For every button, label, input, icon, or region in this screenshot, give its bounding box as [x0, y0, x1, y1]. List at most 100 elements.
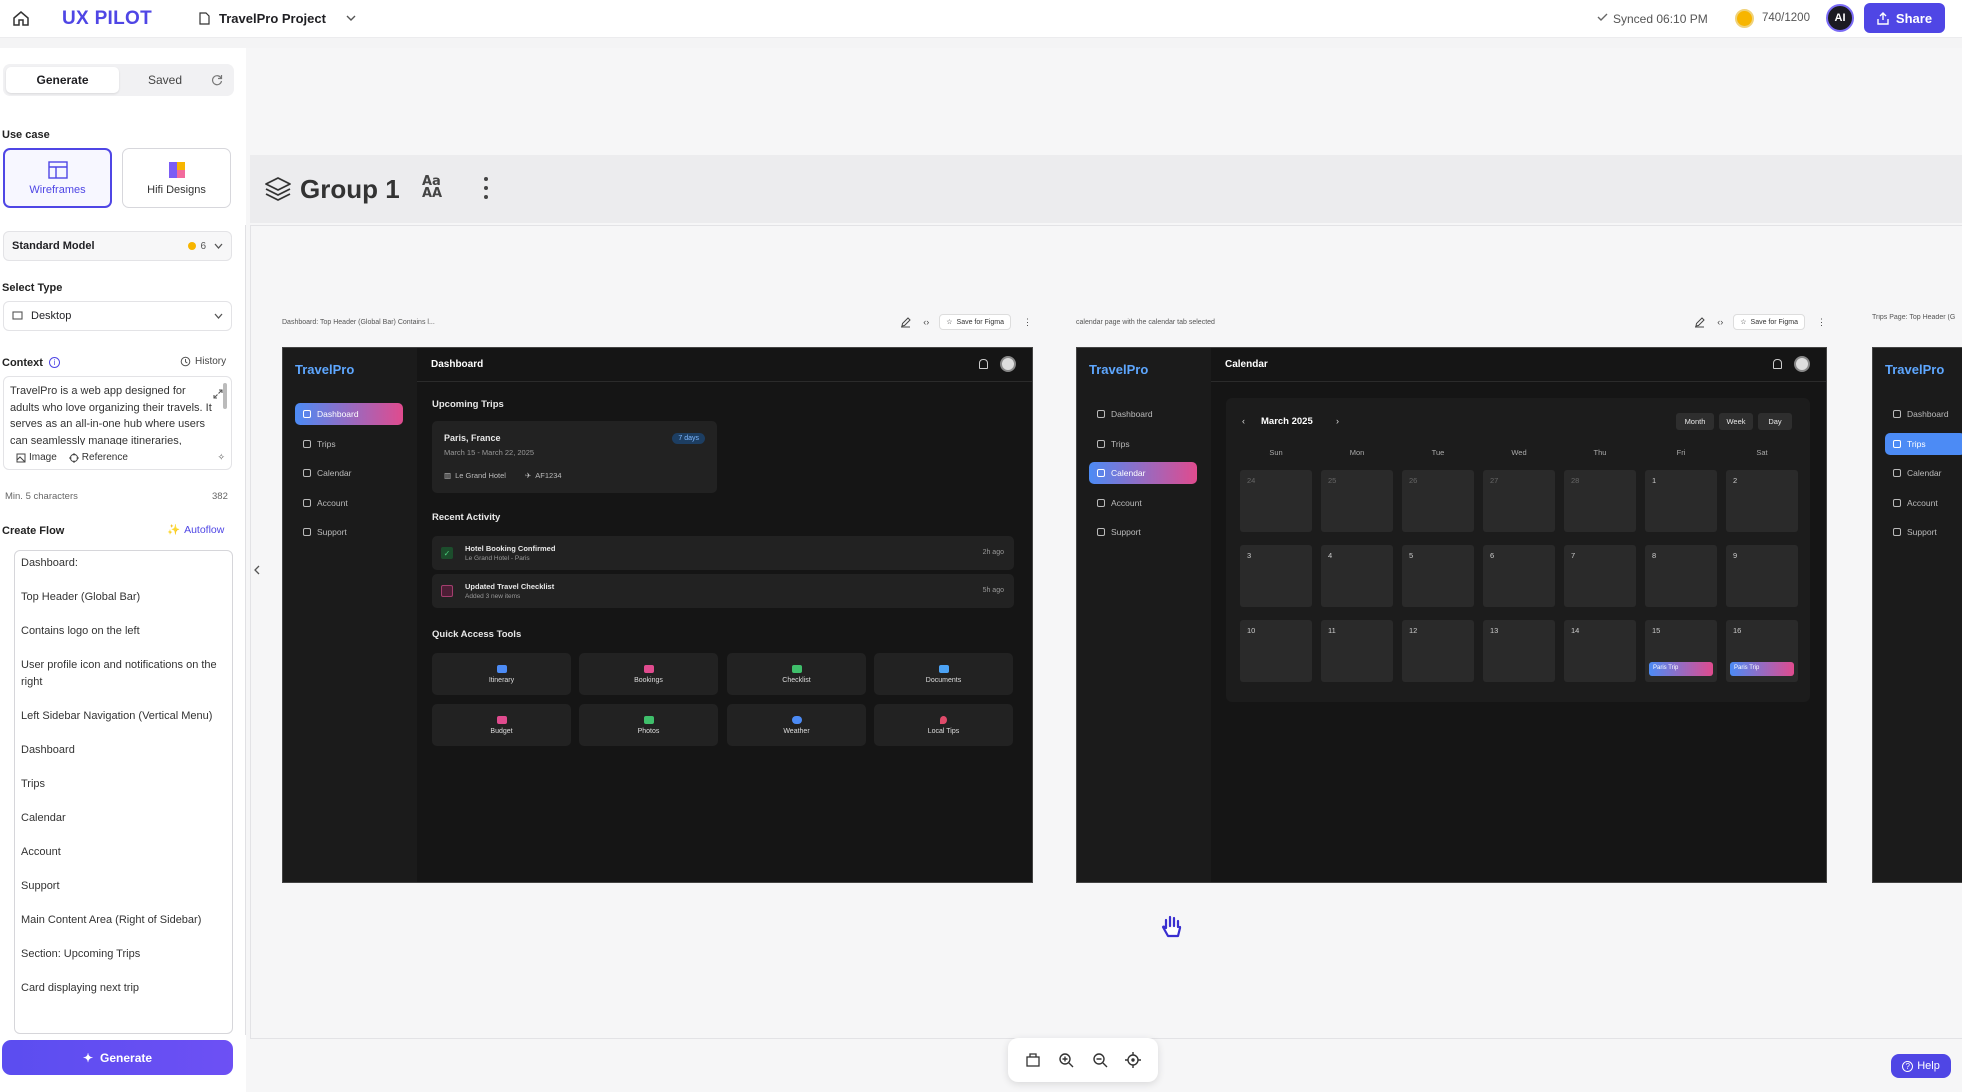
nav-trips[interactable]: Trips	[1089, 433, 1197, 455]
activity-item[interactable]: ✓ Hotel Booking Confirmed Le Grand Hotel…	[432, 536, 1014, 570]
autoflow-button[interactable]: ✨ Autoflow	[167, 523, 224, 537]
info-icon[interactable]: i	[49, 357, 60, 368]
calendar-event[interactable]: Paris Trip	[1730, 662, 1794, 676]
tool-budget[interactable]: Budget	[432, 704, 571, 746]
help-button[interactable]: ? Help	[1891, 1054, 1951, 1078]
view-day-button[interactable]: Day	[1758, 413, 1792, 430]
tool-checklist[interactable]: Checklist	[727, 653, 866, 695]
calendar-day-cell[interactable]: 24	[1240, 470, 1312, 532]
reference-button[interactable]: Reference	[68, 452, 128, 463]
scrollbar[interactable]	[223, 383, 227, 409]
nav-support[interactable]: Support	[1885, 521, 1962, 543]
edit-icon[interactable]	[1694, 316, 1705, 328]
enhance-icon[interactable]: ✧	[217, 452, 225, 463]
tool-weather[interactable]: Weather	[727, 704, 866, 746]
bell-icon[interactable]	[1773, 359, 1782, 369]
expand-icon[interactable]	[213, 389, 223, 399]
refresh-icon[interactable]	[211, 74, 223, 86]
share-button[interactable]: Share	[1864, 3, 1945, 33]
nav-dashboard[interactable]: Dashboard	[295, 403, 403, 425]
view-week-button[interactable]: Week	[1719, 413, 1753, 430]
calendar-day-cell[interactable]: 7	[1564, 545, 1636, 607]
calendar-day-cell[interactable]: 6	[1483, 545, 1555, 607]
calendar-day-cell[interactable]: 13	[1483, 620, 1555, 682]
chevron-right-icon[interactable]: ›	[1336, 416, 1339, 426]
calendar-day-cell[interactable]: 5	[1402, 545, 1474, 607]
nav-support[interactable]: Support	[295, 521, 403, 543]
calendar-day-cell[interactable]: 12	[1402, 620, 1474, 682]
trips-frame[interactable]: TravelPro Dashboard Trips Calendar Accou…	[1872, 347, 1962, 883]
tool-local-tips[interactable]: Local Tips	[874, 704, 1013, 746]
calendar-day-cell[interactable]: 10	[1240, 620, 1312, 682]
avatar[interactable]: AI	[1826, 4, 1854, 32]
edit-icon[interactable]	[900, 316, 911, 328]
text-style-icon[interactable]: Aa AA	[422, 175, 442, 200]
nav-trips[interactable]: Trips	[1885, 433, 1962, 455]
history-button[interactable]: History	[180, 356, 226, 367]
calendar-day-cell[interactable]: 4	[1321, 545, 1393, 607]
trip-card[interactable]: Paris, France March 15 - March 22, 2025 …	[432, 421, 717, 493]
nav-account[interactable]: Account	[1885, 492, 1962, 514]
fit-screen-icon[interactable]	[1025, 1053, 1041, 1067]
nav-support[interactable]: Support	[1089, 521, 1197, 543]
code-icon[interactable]: ‹›	[1717, 317, 1723, 327]
nav-dashboard[interactable]: Dashboard	[1089, 403, 1197, 425]
calendar-day-cell[interactable]: 9	[1726, 545, 1798, 607]
recenter-icon[interactable]	[1125, 1052, 1142, 1068]
dashboard-frame[interactable]: TravelPro Dashboard Trips Calendar Accou…	[282, 347, 1033, 883]
project-name[interactable]: TravelPro Project	[219, 11, 326, 26]
calendar-day-cell[interactable]: 11	[1321, 620, 1393, 682]
more-vertical-icon[interactable]	[484, 176, 488, 200]
bell-icon[interactable]	[979, 359, 988, 369]
context-textarea[interactable]: TravelPro is a web app designed for adul…	[3, 376, 232, 470]
avatar[interactable]	[1794, 356, 1810, 372]
tab-saved[interactable]: Saved	[123, 67, 207, 93]
use-case-hifi[interactable]: Hifi Designs	[122, 148, 231, 208]
calendar-day-cell[interactable]: 27	[1483, 470, 1555, 532]
save-for-figma-button[interactable]: ☆ Save for Figma	[1733, 314, 1805, 330]
tab-generate[interactable]: Generate	[6, 67, 119, 93]
activity-item[interactable]: Updated Travel Checklist Added 3 new ite…	[432, 574, 1014, 608]
more-vertical-icon[interactable]: ⋮	[1817, 317, 1826, 328]
calendar-event[interactable]: Paris Trip	[1649, 662, 1713, 676]
design-canvas[interactable]: Group 1 Aa AA Dashboard: Top Header (Glob…	[245, 48, 1962, 1092]
calendar-day-cell[interactable]: 25	[1321, 470, 1393, 532]
code-icon[interactable]: ‹›	[923, 317, 929, 327]
zoom-in-icon[interactable]	[1058, 1052, 1074, 1068]
calendar-day-cell[interactable]: 2	[1726, 470, 1798, 532]
nav-calendar[interactable]: Calendar	[295, 462, 403, 484]
chevron-down-icon[interactable]	[346, 15, 356, 21]
nav-calendar[interactable]: Calendar	[1089, 462, 1197, 484]
save-for-figma-button[interactable]: ☆ Save for Figma	[939, 314, 1011, 330]
zoom-out-icon[interactable]	[1092, 1052, 1108, 1068]
image-button[interactable]: Image	[16, 452, 57, 463]
model-select[interactable]: Standard Model 6	[3, 231, 232, 261]
group-title[interactable]: Group 1	[300, 174, 400, 205]
tool-documents[interactable]: Documents	[874, 653, 1013, 695]
device-type-select[interactable]: Desktop	[3, 301, 232, 331]
more-vertical-icon[interactable]: ⋮	[1023, 317, 1032, 328]
nav-dashboard[interactable]: Dashboard	[1885, 403, 1962, 425]
calendar-day-cell[interactable]: 15 Paris Trip	[1645, 620, 1717, 682]
calendar-day-cell[interactable]: 28	[1564, 470, 1636, 532]
calendar-day-cell[interactable]: 3	[1240, 545, 1312, 607]
nav-calendar[interactable]: Calendar	[1885, 462, 1962, 484]
use-case-wireframes[interactable]: Wireframes	[3, 148, 112, 208]
tool-bookings[interactable]: Bookings	[579, 653, 718, 695]
nav-account[interactable]: Account	[295, 492, 403, 514]
avatar[interactable]	[1000, 356, 1016, 372]
generate-button[interactable]: ✦ Generate	[2, 1040, 233, 1075]
chevron-left-icon[interactable]: ‹	[1242, 416, 1245, 426]
nav-account[interactable]: Account	[1089, 492, 1197, 514]
flow-editor[interactable]: Dashboard: Top Header (Global Bar) Contain…	[14, 550, 233, 1034]
tool-photos[interactable]: Photos	[579, 704, 718, 746]
collapse-panel-button[interactable]	[238, 225, 246, 1035]
tool-itinerary[interactable]: Itinerary	[432, 653, 571, 695]
calendar-day-cell[interactable]: 1	[1645, 470, 1717, 532]
home-icon[interactable]	[12, 10, 30, 27]
calendar-day-cell[interactable]: 14	[1564, 620, 1636, 682]
calendar-day-cell[interactable]: 8	[1645, 545, 1717, 607]
view-month-button[interactable]: Month	[1676, 413, 1714, 430]
nav-trips[interactable]: Trips	[295, 433, 403, 455]
calendar-frame[interactable]: TravelPro Dashboard Trips Calendar Accou…	[1076, 347, 1827, 883]
